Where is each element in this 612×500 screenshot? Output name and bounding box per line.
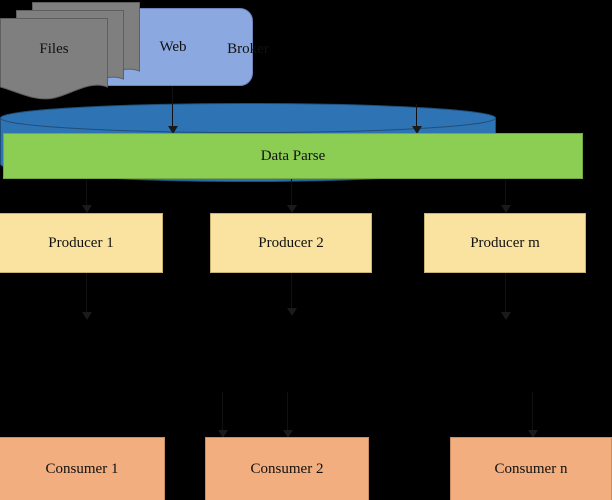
connector-producer-2-to-broker [291,273,292,313]
node-producer-2[interactable]: Producer 2 [210,213,372,273]
node-data-parse-label: Data Parse [260,147,326,164]
node-producer-m-label: Producer m [470,234,540,251]
node-producer-m[interactable]: Producer m [424,213,586,273]
node-data-parse[interactable]: Data Parse [3,133,583,179]
connector-web-to-parse [172,86,173,126]
arrowhead-parse-to-producer-m [501,205,511,213]
arrowhead-producer-1-to-broker [82,312,92,320]
node-broker-label-wrap: Broker [0,18,496,80]
arrowhead-producer-m-to-broker [501,312,511,320]
node-broker-label: Broker [227,40,269,57]
node-consumer-1-label: Consumer 1 [45,460,119,477]
connector-producer-1-to-broker [86,273,87,315]
node-consumer-2[interactable]: Consumer 2 [205,437,369,500]
node-consumer-1[interactable]: Consumer 1 [0,437,165,500]
node-consumer-2-label: Consumer 2 [250,460,324,477]
connector-files-to-parse [416,104,417,126]
node-producer-1-label: Producer 1 [48,234,114,251]
arrowhead-producer-2-to-broker [287,308,297,316]
node-producer-2-label: Producer 2 [258,234,324,251]
connector-parse-to-producer-2 [291,179,292,205]
connector-parse-to-producer-1 [86,179,87,205]
connector-parse-to-producer-m [505,179,506,205]
diagram-canvas: Web Files Data Parse Producer 1 Producer… [0,0,612,500]
connector-producer-m-to-broker [505,273,506,315]
node-consumer-n[interactable]: Consumer n [450,437,612,500]
node-producer-1[interactable]: Producer 1 [0,213,163,273]
node-consumer-n-label: Consumer n [494,460,568,477]
arrowhead-parse-to-producer-2 [287,205,297,213]
arrowhead-parse-to-producer-1 [82,205,92,213]
